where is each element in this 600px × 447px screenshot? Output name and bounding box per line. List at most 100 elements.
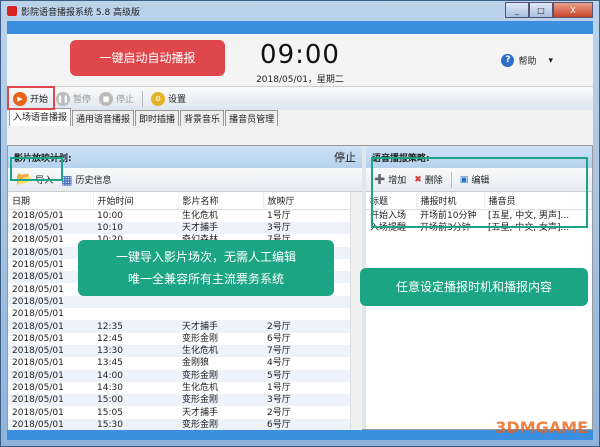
window-title: 影院语音播报系统 5.8 高级版 [21, 5, 140, 18]
table-row[interactable]: 2018/05/0114:00变形金刚5号厅 [8, 370, 362, 382]
stop-button[interactable]: ■停止 [99, 92, 134, 106]
table-cell [263, 308, 362, 320]
table-cell: 生化危机 [178, 210, 263, 223]
table-cell [263, 296, 362, 308]
table-row[interactable]: 2018/05/0110:10天才捕手3号厅 [8, 222, 362, 234]
playback-status: 停止 [334, 149, 356, 165]
table-cell: 12:35 [93, 320, 178, 332]
table-cell: 2018/05/01 [8, 357, 93, 369]
table-row[interactable]: 2018/05/0112:35天才捕手2号厅 [8, 320, 362, 332]
import-highlight [10, 157, 63, 181]
table-row[interactable]: 2018/05/0112:45变形金刚6号厅 [8, 333, 362, 345]
table-cell [93, 296, 178, 308]
table-cell: 13:30 [93, 345, 178, 357]
table-cell: 14:30 [93, 382, 178, 394]
table-cell: 2018/05/01 [8, 406, 93, 418]
annotation-start: 一键启动自动播报 [70, 40, 225, 76]
table-cell: 3号厅 [263, 222, 362, 234]
settings-label: 设置 [168, 92, 186, 105]
chevron-down-icon[interactable]: ▾ [548, 56, 553, 66]
table-cell: 2号厅 [263, 406, 362, 418]
tab-announcer-management[interactable]: 播音员管理 [225, 110, 278, 126]
annotation-import-line2: 唯一全兼容所有主流票务系统 [128, 268, 284, 290]
strategy-highlight [371, 157, 588, 228]
table-cell: 6号厅 [263, 333, 362, 345]
stop-label: 停止 [116, 92, 134, 105]
annotation-import-line1: 一键导入影片场次，无需人工编辑 [116, 246, 296, 268]
table-cell [93, 308, 178, 320]
app-icon [7, 6, 17, 16]
table-cell: 金刚狼 [178, 357, 263, 369]
table-cell: 1号厅 [263, 382, 362, 394]
minimize-button[interactable]: _ [505, 2, 529, 18]
table-cell: 2018/05/01 [8, 308, 93, 320]
table-cell: 变形金刚 [178, 333, 263, 345]
schedule-table: 日期 开始时间 影片名称 放映厅 2018/05/0110:00生化危机1号厅2… [8, 192, 362, 443]
maximize-button[interactable]: □ [529, 2, 553, 18]
table-cell: 2018/05/01 [8, 296, 93, 308]
table-cell: 天才捕手 [178, 320, 263, 332]
tab-background-music[interactable]: 背景音乐 [180, 110, 224, 126]
pause-label: 暂停 [73, 92, 91, 105]
toolbar-divider [142, 91, 143, 107]
table-cell: 12:45 [93, 333, 178, 345]
table-cell: 2018/05/01 [8, 394, 93, 406]
column-header-movie[interactable]: 影片名称 [178, 192, 263, 210]
table-row[interactable]: 2018/05/0113:30生化危机7号厅 [8, 345, 362, 357]
annotation-import: 一键导入影片场次，无需人工编辑 唯一全兼容所有主流票务系统 [78, 240, 334, 296]
table-cell: 15:00 [93, 394, 178, 406]
client-area: 09:00 2018/05/01，星期二 ? 帮助 ▾ ▶开始 ❚❚暂停 ■停止… [7, 21, 593, 440]
table-cell: 2018/05/01 [8, 345, 93, 357]
table-cell: 2号厅 [263, 320, 362, 332]
table-row[interactable]: 2018/05/0110:00生化危机1号厅 [8, 210, 362, 223]
table-cell: 15:05 [93, 406, 178, 418]
table-row[interactable]: 2018/05/01 [8, 308, 362, 320]
gear-icon: ⚙ [151, 92, 165, 106]
column-header-hall[interactable]: 放映厅 [263, 192, 362, 210]
table-cell: 天才捕手 [178, 406, 263, 418]
table-cell: 变形金刚 [178, 370, 263, 382]
annotation-strategy: 任意设定播报时机和播报内容 [360, 268, 588, 306]
tab-general-broadcast[interactable]: 通用语音播报 [72, 110, 134, 126]
table-cell [178, 308, 263, 320]
history-label: 历史信息 [76, 173, 112, 186]
top-band [7, 21, 593, 34]
vertical-scrollbar[interactable] [350, 192, 362, 429]
table-cell: 2018/05/01 [8, 222, 93, 234]
history-button[interactable]: ▦历史信息 [61, 173, 111, 187]
tab-instant-insert[interactable]: 即时插播 [135, 110, 179, 126]
table-row[interactable]: 2018/05/01 [8, 296, 362, 308]
close-button[interactable]: X [553, 2, 593, 18]
table-row[interactable]: 2018/05/0115:05天才捕手2号厅 [8, 406, 362, 418]
table-row[interactable]: 2018/05/0114:30生化危机1号厅 [8, 382, 362, 394]
table-cell: 生化危机 [178, 382, 263, 394]
table-cell: 生化危机 [178, 345, 263, 357]
column-header-start-time[interactable]: 开始时间 [93, 192, 178, 210]
main-toolbar: ▶开始 ❚❚暂停 ■停止 ⚙设置 [7, 86, 593, 110]
pause-icon: ❚❚ [56, 92, 70, 106]
settings-button[interactable]: ⚙设置 [151, 92, 186, 106]
pause-button[interactable]: ❚❚暂停 [56, 92, 91, 106]
table-cell: 2018/05/01 [8, 210, 93, 223]
help-icon: ? [501, 54, 514, 67]
table-cell: 7号厅 [263, 345, 362, 357]
column-header-date[interactable]: 日期 [8, 192, 93, 210]
table-cell: 10:10 [93, 222, 178, 234]
table-cell: 2018/05/01 [8, 382, 93, 394]
watermark-logo: 3DMGAME [495, 418, 588, 437]
table-cell: 14:00 [93, 370, 178, 382]
table-cell: 天才捕手 [178, 222, 263, 234]
table-cell [178, 296, 263, 308]
tab-bar: 入场语音播报 通用语音播报 即时插播 背景音乐 播音员管理 [7, 110, 593, 126]
table-row[interactable]: 2018/05/0113:45金刚狼4号厅 [8, 357, 362, 369]
stop-icon: ■ [99, 92, 113, 106]
table-cell: 2018/05/01 [8, 370, 93, 382]
help-label: 帮助 [518, 54, 536, 67]
table-cell: 4号厅 [263, 357, 362, 369]
help-button[interactable]: ? 帮助 ▾ [501, 54, 553, 67]
table-cell: 13:45 [93, 357, 178, 369]
table-row[interactable]: 2018/05/0115:00变形金刚3号厅 [8, 394, 362, 406]
start-highlight [7, 86, 55, 110]
tab-entry-broadcast[interactable]: 入场语音播报 [9, 108, 71, 126]
table-cell: 2018/05/01 [8, 333, 93, 345]
